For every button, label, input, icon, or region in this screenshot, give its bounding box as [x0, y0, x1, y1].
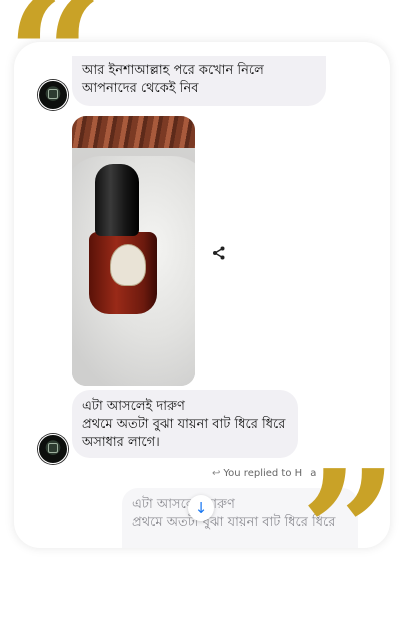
message-bubble-incoming[interactable]: আর ইনশাআল্লাহ পরে কখোন নিলে আপনাদের থেকে… — [72, 56, 326, 106]
avatar[interactable] — [38, 434, 68, 464]
message-text-line: অসাধার লাগে। — [82, 435, 160, 450]
reply-arrow-icon: ↩ — [212, 468, 221, 479]
close-quote-mark: ” — [300, 433, 398, 633]
photo-bottle-label — [110, 244, 146, 286]
arrow-down-icon: ↓ — [194, 499, 208, 517]
scroll-to-bottom-button[interactable]: ↓ — [188, 495, 214, 521]
photo-bottle-cap — [95, 164, 139, 236]
message-text-line: আপনাদের থেকেই নিব — [82, 81, 199, 96]
share-icon — [213, 246, 225, 259]
message-text-line: আর ইনশাআল্লাহ পরে কখোন নিলে — [82, 63, 264, 78]
message-text-line: এটা আসলেই দারুণ — [82, 399, 185, 414]
message-text-line: প্রথমে অতটা বুঝা যায়না বাট ধিরে ধিরে — [82, 417, 286, 432]
share-button[interactable] — [206, 240, 232, 266]
message-bubble-incoming[interactable]: এটা আসলেই দারুণ প্রথমে অতটা বুঝা যায়না … — [72, 390, 298, 458]
reply-label: You replied to — [223, 468, 292, 479]
open-quote-mark: “ — [6, 0, 104, 157]
